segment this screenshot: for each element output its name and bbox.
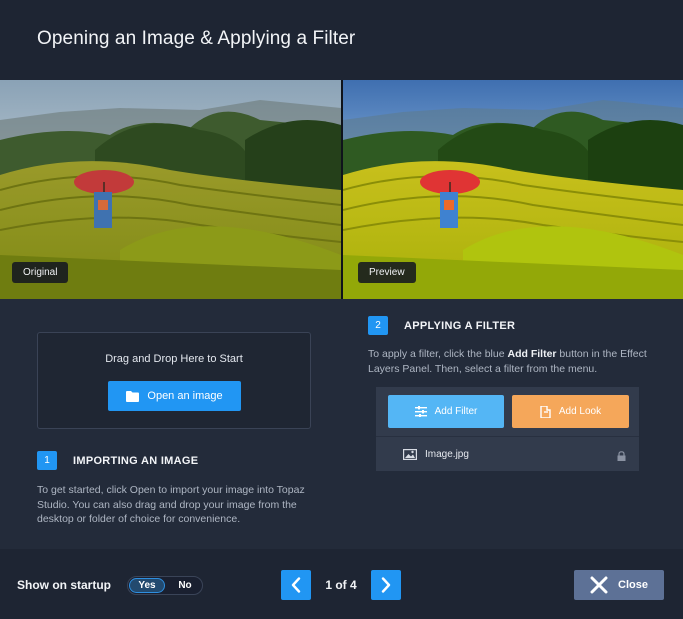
- chevron-left-icon: [291, 577, 301, 593]
- step1-title: IMPORTING AN IMAGE: [73, 455, 199, 467]
- next-page-button[interactable]: [371, 570, 401, 600]
- startup-toggle[interactable]: Yes No: [127, 576, 203, 595]
- close-button[interactable]: Close: [574, 570, 664, 600]
- lock-icon: [617, 451, 626, 461]
- previous-page-button[interactable]: [281, 570, 311, 600]
- show-on-startup-label: Show on startup: [17, 578, 111, 592]
- original-label: Original: [12, 262, 69, 283]
- step1-body: To get started, click Open to import you…: [37, 484, 305, 525]
- page-indicator: 1 of 4: [325, 578, 357, 592]
- effect-layers-panel: Add Filter Add Look Image.jpg: [376, 387, 639, 471]
- folder-icon: [126, 390, 140, 402]
- step2-body-pre: To apply a filter, click the blue: [368, 348, 508, 360]
- look-icon: [540, 405, 551, 418]
- step2-title: APPLYING A FILTER: [404, 320, 516, 332]
- step2-body-bold: Add Filter: [507, 348, 557, 360]
- dialog-footer: Show on startup Yes No 1 of 4 Close: [0, 549, 683, 619]
- dialog-title: Opening an Image & Applying a Filter: [37, 28, 356, 49]
- dialog-header: Opening an Image & Applying a Filter: [0, 0, 683, 80]
- toggle-yes-option[interactable]: Yes: [129, 578, 165, 593]
- layer-row[interactable]: Image.jpg: [376, 436, 639, 471]
- open-image-label: Open an image: [147, 390, 223, 402]
- sliders-icon: [414, 406, 427, 417]
- step2-body: To apply a filter, click the blue Add Fi…: [368, 347, 658, 376]
- add-look-button[interactable]: Add Look: [512, 395, 629, 428]
- add-look-label: Add Look: [558, 406, 602, 417]
- close-label: Close: [618, 579, 648, 591]
- image-icon: [403, 448, 417, 460]
- close-x-icon: [590, 576, 608, 594]
- add-filter-label: Add Filter: [434, 406, 478, 417]
- toggle-no-option[interactable]: No: [170, 579, 200, 594]
- chevron-right-icon: [381, 577, 391, 593]
- add-filter-button[interactable]: Add Filter: [388, 395, 504, 428]
- open-image-button[interactable]: Open an image: [108, 381, 241, 411]
- layer-name: Image.jpg: [425, 448, 469, 460]
- preview-label: Preview: [358, 262, 416, 283]
- step2-number: 2: [368, 316, 388, 335]
- drop-zone[interactable]: Drag and Drop Here to Start Open an imag…: [37, 332, 311, 429]
- step1-number: 1: [37, 451, 57, 470]
- drop-zone-prompt: Drag and Drop Here to Start: [105, 353, 243, 365]
